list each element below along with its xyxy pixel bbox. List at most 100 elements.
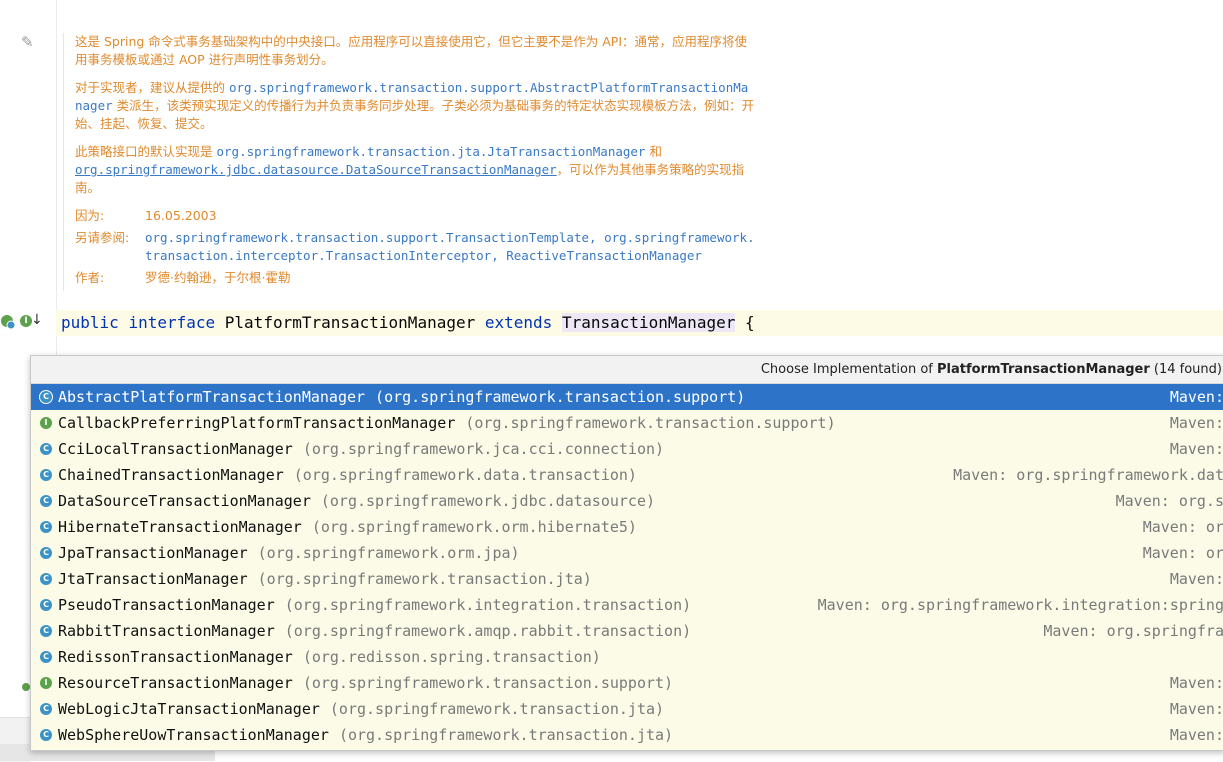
implementation-name: PseudoTransactionManager [58,596,275,614]
implementation-package: (org.springframework.data.transaction) [293,466,637,484]
maven-source: Maven: [1161,384,1223,410]
implementation-name: WebLogicJtaTransactionManager [58,700,320,718]
class-icon: C [40,443,52,455]
implementation-name: ResourceTransactionManager [58,674,293,692]
doc-text: 这是 Spring 命令式事务基础架构中的中央接口。应用程序可以直接使用它，但它… [75,34,748,67]
maven-source: Maven: org.springframework.integration:s… [809,592,1223,618]
implementation-item[interactable]: C WebLogicJtaTransactionManager (org.sprin… [31,696,1223,722]
doc-link[interactable]: org.springframework.jdbc.datasource.Data… [75,162,557,177]
doc-paragraph-1: 这是 Spring 命令式事务基础架构中的中央接口。应用程序可以直接使用它，但它… [75,33,755,69]
maven-source: Maven: [1161,670,1223,696]
doc-text: 类派生，该类预实现定义的传播行为并负责事务同步处理。子类必须为基础事务的特定状态… [75,98,755,131]
since-value: 16.05.2003 [145,208,217,223]
pencil-icon[interactable]: ✎ [21,34,37,50]
implementation-item[interactable]: C JpaTransactionManager (org.springframewo… [31,540,1223,566]
implementation-item[interactable]: C RedissonTransactionManager (org.redisson… [31,644,1223,670]
since-label: 因为: [75,208,105,223]
implementation-list: C AbstractPlatformTransactionManager (org.… [31,384,1223,748]
doc-code-ref[interactable]: org.springframework.transaction.jta.JtaT… [217,144,646,159]
implementation-package: (org.springframework.transaction.jta) [257,570,592,588]
implementation-item[interactable]: C PseudoTransactionManager (org.springfram… [31,592,1223,618]
doc-text: 和 [649,144,662,159]
implementation-package: (org.springframework.integration.transac… [284,596,692,614]
implementation-item[interactable]: C JtaTransactionManager (org.springframewo… [31,566,1223,592]
implementation-name: HibernateTransactionManager [58,518,302,536]
implementation-item[interactable]: I ResourceTransactionManager (org.springfr… [31,670,1223,696]
class-icon: C [40,391,52,403]
class-icon: C [40,703,52,715]
doc-separator: , [491,248,507,263]
see-label: 另请参阅: [75,230,130,245]
maven-source: Maven: or [1134,514,1223,540]
implementation-name: CallbackPreferringPlatformTransactionMan… [58,414,456,432]
popup-header: Choose Implementation of PlatformTransac… [31,356,1223,384]
see-value: org.springframework.transaction.support.… [145,229,755,265]
implementation-item[interactable]: C WebSphereUowTransactionManager (org.spri… [31,722,1223,748]
implementation-name: AbstractPlatformTransactionManager [58,388,366,406]
implementation-package: (org.springframework.transaction.jta) [338,726,674,744]
popup-title-name: PlatformTransactionManager [937,362,1150,377]
class-icon: C [40,625,52,637]
doc-paragraph-3: 此策略接口的默认实现是 org.springframework.transact… [75,143,755,197]
implementation-name: JtaTransactionManager [58,570,248,588]
implemented-gutter-icon[interactable] [0,314,16,330]
doc-code-ref[interactable]: ReactiveTransactionManager [506,248,702,263]
maven-source: Maven: org.springframework.dat [945,462,1223,488]
interface-name[interactable]: PlatformTransactionManager [225,313,475,332]
implementation-package: (org.springframework.transaction.support… [302,674,674,692]
class-icon: C [40,495,52,507]
implementation-name: JpaTransactionManager [58,544,248,562]
doc-paragraph-2: 对于实现者，建议从提供的 org.springframework.transac… [75,79,755,133]
doc-text: 此策略接口的默认实现是 [75,144,213,159]
doc-text: 对于实现者，建议从提供的 [75,80,226,95]
class-icon: C [40,521,52,533]
choose-implementation-popup: Choose Implementation of PlatformTransac… [30,355,1223,751]
maven-source: Maven: [1161,696,1223,722]
down-arrow-icon[interactable]: ↓ [31,312,43,328]
popup-title-count: (14 found) [1153,362,1222,377]
interface-icon: I [40,417,52,429]
doc-since-row: 因为: 16.05.2003 [75,207,755,225]
implementation-package: (org.springframework.amqp.rabbit.transac… [284,622,692,640]
code-line[interactable]: public interface PlatformTransactionMana… [61,312,755,334]
interface-icon: I [40,677,52,689]
implementation-name: RabbitTransactionManager [58,622,275,640]
implementation-package: (org.springframework.orm.jpa) [257,544,520,562]
maven-source: Maven: [1161,410,1223,436]
maven-source: Maven: org.s [1107,488,1223,514]
maven-source: Maven: or [1134,540,1223,566]
class-icon: C [40,547,52,559]
implementation-name: WebSphereUowTransactionManager [58,726,329,744]
implementation-item[interactable]: C ChainedTransactionManager (org.springfra… [31,462,1223,488]
implementation-name: RedissonTransactionManager [58,648,293,666]
implementation-package: (org.springframework.jdbc.datasource) [320,492,656,510]
implementation-item[interactable]: C AbstractPlatformTransactionManager (org.… [31,384,1223,410]
maven-source: Maven: org.springfra [1035,618,1223,644]
implementation-item[interactable]: C DataSourceTransactionManager (org.spring… [31,488,1223,514]
keyword-interface: interface [128,313,216,332]
implementation-package: (org.springframework.transaction.support… [375,388,746,406]
class-icon: C [40,651,52,663]
implementation-item[interactable]: C CciLocalTransactionManager (org.springfr… [31,436,1223,462]
maven-source: Maven: [1161,436,1223,462]
class-icon: C [40,729,52,741]
implementation-item[interactable]: I CallbackPreferringPlatformTransactionMa… [31,410,1223,436]
implementation-item[interactable]: C HibernateTransactionManager (org.springf… [31,514,1223,540]
implementation-item[interactable]: C RabbitTransactionManager (org.springfram… [31,618,1223,644]
keyword-public: public [61,313,119,332]
keyword-extends: extends [484,313,553,332]
author-value: 罗德·约翰逊，于尔根·霍勒 [145,270,291,285]
implementation-package: (org.springframework.transaction.jta) [329,700,665,718]
class-icon: C [40,573,52,585]
implementation-name: DataSourceTransactionManager [58,492,311,510]
javadoc-panel: 这是 Spring 命令式事务基础架构中的中央接口。应用程序可以直接使用它，但它… [63,33,755,291]
doc-code-ref[interactable]: org.springframework.transaction.support.… [145,230,589,245]
doc-see-row: 另请参阅: org.springframework.transaction.su… [75,229,755,265]
doc-separator: , [589,230,605,245]
implementation-package: (org.springframework.orm.hibernate5) [311,518,637,536]
maven-source: Maven: [1161,566,1223,592]
implementation-name: CciLocalTransactionManager [58,440,293,458]
parent-interface-name[interactable]: TransactionManager [561,313,736,332]
interface-gutter-icon[interactable] [22,683,30,691]
class-icon: C [40,469,52,481]
